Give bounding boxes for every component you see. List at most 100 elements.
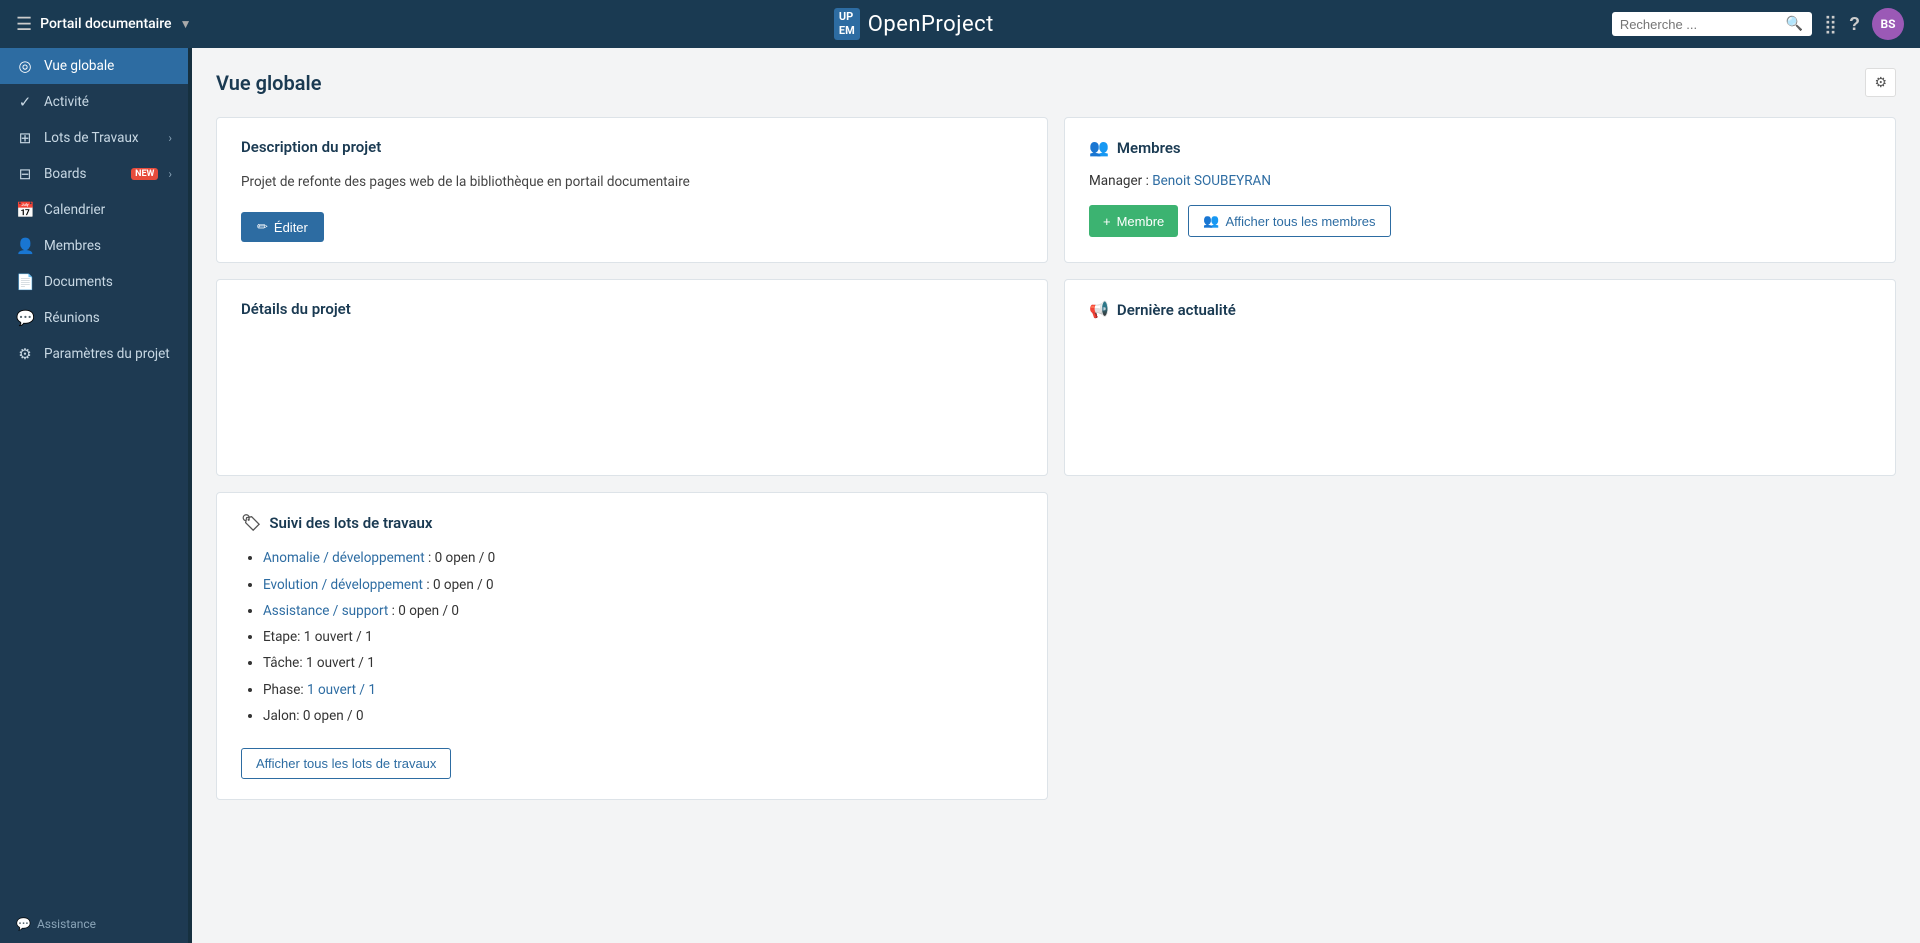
sidebar-label-reunions: Réunions [44, 310, 172, 326]
sidebar-label-parametres: Paramètres du projet [44, 346, 172, 362]
sidebar-item-boards[interactable]: ⊟ Boards NEW › [0, 156, 188, 192]
evolution-suffix: : 0 open / 0 [426, 577, 493, 593]
topbar-center: UP EM OpenProject [216, 8, 1612, 41]
assistance-link[interactable]: Assistance / support [263, 603, 388, 619]
view-members-label: Afficher tous les membres [1225, 214, 1375, 229]
description-title-text: Description du projet [241, 138, 381, 156]
manager-label: Manager : [1089, 173, 1152, 189]
sidebar-item-reunions[interactable]: 💬 Réunions [0, 300, 188, 336]
sidebar: ◎ Vue globale ✓ Activité ⊞ Lots de Trava… [0, 48, 188, 943]
search-box[interactable]: 🔍 [1612, 12, 1812, 36]
details-card: Détails du projet [216, 279, 1048, 476]
sidebar-item-vue-globale[interactable]: ◎ Vue globale [0, 48, 188, 84]
edit-button[interactable]: ✏ Éditer [241, 212, 324, 242]
suivi-title-icon: 🏷 [241, 513, 261, 532]
tache-value: 1 ouvert / 1 [306, 655, 375, 671]
list-item: Jalon: 0 open / 0 [263, 706, 1023, 726]
content-header: Vue globale ⚙ [216, 68, 1896, 97]
evolution-link[interactable]: Evolution / développement [263, 577, 423, 593]
members-buttons: + Membre 👥 Afficher tous les membres [1089, 205, 1871, 237]
assistance-suffix: : 0 open / 0 [392, 603, 459, 619]
topbar: ☰ Portail documentaire ▼ UP EM OpenProje… [0, 0, 1920, 48]
anomalie-link[interactable]: Anomalie / développement [263, 550, 425, 566]
details-card-title: Détails du projet [241, 300, 1023, 318]
actualite-title-text: Dernière actualité [1117, 301, 1236, 319]
grid-icon: ⣿ [1824, 14, 1837, 35]
search-icon: 🔍 [1786, 16, 1803, 32]
topbar-left: ☰ Portail documentaire ▼ [16, 14, 216, 35]
actualite-content [1089, 335, 1871, 455]
jalon-value: 0 open / 0 [303, 708, 364, 724]
suivi-card-title: 🏷 Suivi des lots de travaux [241, 513, 1023, 532]
help-icon: ? [1849, 14, 1860, 35]
actualite-title-icon: 📢 [1089, 300, 1109, 319]
sidebar-item-activite[interactable]: ✓ Activité [0, 84, 188, 120]
new-badge: NEW [131, 168, 158, 180]
vue-globale-icon: ◎ [16, 57, 34, 75]
logo-badge: UP EM [834, 8, 860, 41]
manager-link[interactable]: Benoit SOUBEYRAN [1152, 173, 1271, 189]
boards-icon: ⊟ [16, 165, 34, 183]
page-settings-button[interactable]: ⚙ [1865, 68, 1896, 97]
parametres-icon: ⚙ [16, 345, 34, 363]
sidebar-item-documents[interactable]: 📄 Documents [0, 264, 188, 300]
suivi-title-text: Suivi des lots de travaux [269, 514, 432, 532]
suivi-card: 🏷 Suivi des lots de travaux Anomalie / d… [216, 492, 1048, 800]
cards-grid: Description du projet Projet de refonte … [216, 117, 1896, 800]
add-member-label: Membre [1117, 214, 1165, 229]
assistance-label: Assistance [37, 917, 96, 931]
reunions-icon: 💬 [16, 309, 34, 327]
suivi-list: Anomalie / développement : 0 open / 0 Ev… [241, 548, 1023, 726]
view-members-icon: 👥 [1203, 213, 1219, 229]
sidebar-label-vue-globale: Vue globale [44, 58, 172, 74]
project-name[interactable]: Portail documentaire [40, 16, 171, 32]
details-title-text: Détails du projet [241, 300, 351, 318]
list-item: Anomalie / développement : 0 open / 0 [263, 548, 1023, 568]
actualite-card-title: 📢 Dernière actualité [1089, 300, 1871, 319]
jalon-label: Jalon: [263, 708, 303, 724]
details-content [241, 334, 1023, 454]
settings-icon: ⚙ [1874, 74, 1887, 90]
calendrier-icon: 📅 [16, 201, 34, 219]
tache-label: Tâche: [263, 655, 306, 671]
membres-title-text: Membres [1117, 139, 1181, 157]
page-title: Vue globale [216, 71, 321, 95]
sidebar-item-membres[interactable]: 👤 Membres [0, 228, 188, 264]
sidebar-item-parametres[interactable]: ⚙ Paramètres du projet [0, 336, 188, 372]
assistance-icon: 💬 [16, 917, 31, 931]
add-member-button[interactable]: + Membre [1089, 205, 1178, 237]
sidebar-label-membres: Membres [44, 238, 172, 254]
grid-apps-button[interactable]: ⣿ [1824, 14, 1837, 35]
actualite-card: 📢 Dernière actualité [1064, 279, 1896, 476]
membres-icon: 👤 [16, 237, 34, 255]
view-members-button[interactable]: 👥 Afficher tous les membres [1188, 205, 1390, 237]
add-member-icon: + [1103, 214, 1111, 229]
topbar-logo: UP EM OpenProject [834, 8, 994, 41]
list-item: Evolution / développement : 0 open / 0 [263, 575, 1023, 595]
sidebar-label-activite: Activité [44, 94, 172, 110]
boards-arrow-icon: › [168, 167, 172, 181]
activite-icon: ✓ [16, 93, 34, 111]
project-dropdown-icon[interactable]: ▼ [180, 17, 192, 31]
phase-label: Phase: [263, 682, 307, 698]
edit-label: Éditer [274, 220, 308, 235]
sidebar-label-calendrier: Calendrier [44, 202, 172, 218]
etape-label: Etape: [263, 629, 304, 645]
list-item: Assistance / support : 0 open / 0 [263, 601, 1023, 621]
edit-icon: ✏ [257, 219, 268, 235]
list-item: Phase: 1 ouvert / 1 [263, 680, 1023, 700]
sidebar-item-lots-de-travaux[interactable]: ⊞ Lots de Travaux › [0, 120, 188, 156]
sidebar-label-lots: Lots de Travaux [44, 130, 158, 146]
documents-icon: 📄 [16, 273, 34, 291]
sidebar-item-calendrier[interactable]: 📅 Calendrier [0, 192, 188, 228]
search-input[interactable] [1620, 17, 1780, 32]
avatar[interactable]: BS [1872, 8, 1904, 40]
description-card: Description du projet Projet de refonte … [216, 117, 1048, 263]
help-button[interactable]: ? [1849, 14, 1860, 35]
show-all-button[interactable]: Afficher tous les lots de travaux [241, 748, 451, 779]
menu-icon[interactable]: ☰ [16, 14, 32, 35]
phase-link[interactable]: 1 ouvert / 1 [307, 682, 376, 698]
sidebar-assistance[interactable]: 💬 Assistance [0, 905, 188, 943]
sidebar-label-documents: Documents [44, 274, 172, 290]
membres-title-icon: 👥 [1089, 138, 1109, 157]
